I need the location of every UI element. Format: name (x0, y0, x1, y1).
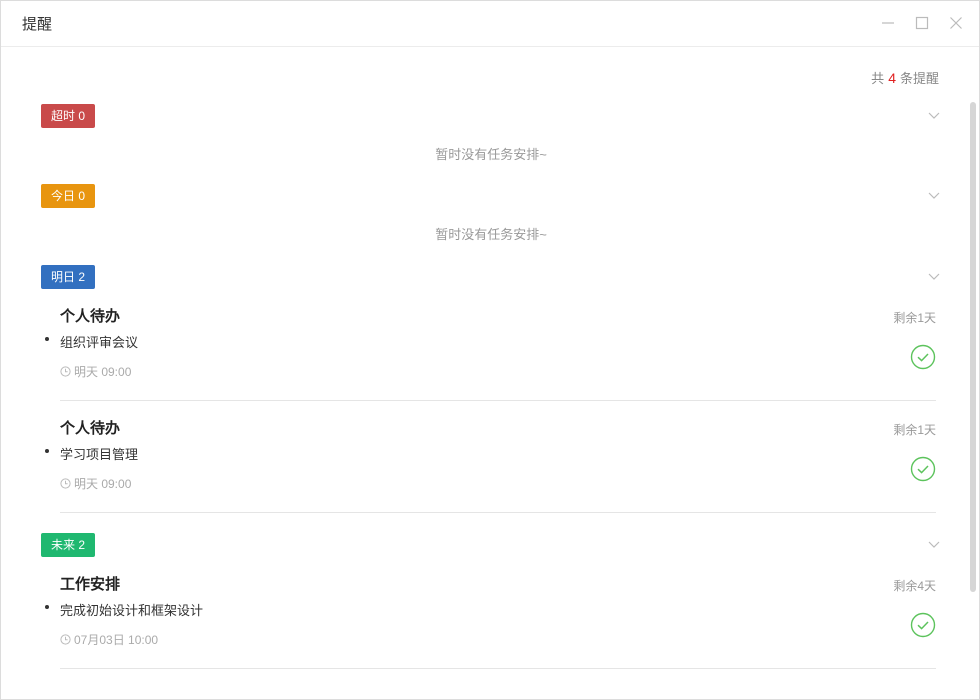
group-tomorrow: 明日 2 个人待办 剩余1天 组织评审会议 明天 09:00 个人待办 剩余1天… (41, 265, 941, 513)
chevron-down-icon[interactable] (927, 108, 941, 122)
group-header[interactable]: 明日 2 (41, 265, 941, 289)
item-title: 组织评审会议 (60, 335, 139, 350)
window-controls (879, 14, 965, 32)
item-time: 07月03日 10:00 (60, 631, 158, 648)
scrollbar-thumb[interactable] (970, 102, 976, 592)
item-remaining: 剩余1天 (893, 311, 936, 325)
clock-icon (60, 366, 71, 377)
item-time-text: 明天 09:00 (74, 365, 132, 379)
group-badge-overdue: 超时 0 (41, 104, 96, 128)
item-remaining: 剩余1天 (893, 423, 936, 437)
group-overdue: 超时 0 暂时没有任务安排~ (41, 104, 941, 163)
item-category: 个人待办 (60, 420, 121, 437)
chevron-down-icon[interactable] (927, 537, 941, 551)
count-suffix: 条提醒 (899, 71, 939, 86)
item-time: 明天 09:00 (60, 475, 131, 492)
title-bar: 提醒 (1, 1, 979, 47)
maximize-icon (915, 16, 929, 30)
bullet-dot (45, 337, 49, 341)
group-badge-today: 今日 0 (41, 184, 96, 208)
item-time-text: 明天 09:00 (74, 477, 132, 491)
maximize-button[interactable] (913, 14, 931, 32)
item-title: 学习项目管理 (60, 447, 139, 462)
scrollbar[interactable] (969, 102, 977, 642)
item-category: 个人待办 (60, 308, 121, 325)
item-title: 完成初始设计和框架设计 (60, 603, 204, 618)
count-prefix: 共 (871, 71, 885, 86)
clock-icon (60, 478, 71, 489)
close-icon (950, 17, 962, 29)
group-future: 未来 2 工作安排 剩余4天 完成初始设计和框架设计 07月03日 10:00 (41, 533, 941, 669)
reminder-window: 提醒 共 4 条提醒 超时 0 暂时没有任务安排~ 今日 0 暂时没有任务安排~… (0, 0, 980, 700)
reminder-item[interactable]: 个人待办 剩余1天 组织评审会议 明天 09:00 (45, 289, 936, 401)
check-circle-icon[interactable] (910, 612, 936, 638)
check-circle-icon[interactable] (910, 344, 936, 370)
item-time: 明天 09:00 (60, 363, 131, 380)
window-title: 提醒 (22, 16, 53, 33)
count-number: 4 (888, 70, 896, 86)
item-remaining: 剩余4天 (893, 579, 936, 593)
close-button[interactable] (947, 14, 965, 32)
item-time-text: 07月03日 10:00 (74, 633, 159, 647)
group-badge-tomorrow: 明日 2 (41, 265, 96, 289)
empty-message: 暂时没有任务安排~ (435, 227, 547, 242)
clock-icon (60, 634, 71, 645)
reminder-item[interactable]: 个人待办 剩余1天 学习项目管理 明天 09:00 (45, 401, 936, 513)
chevron-down-icon[interactable] (927, 269, 941, 283)
bullet-dot (45, 449, 49, 453)
chevron-down-icon[interactable] (927, 188, 941, 202)
reminder-count: 共 4 条提醒 (871, 68, 939, 87)
reminder-content: 共 4 条提醒 超时 0 暂时没有任务安排~ 今日 0 暂时没有任务安排~ 明日 2 (1, 48, 979, 699)
item-category: 工作安排 (60, 576, 121, 593)
group-header[interactable]: 超时 0 (41, 104, 941, 128)
group-today: 今日 0 暂时没有任务安排~ (41, 184, 941, 243)
empty-message: 暂时没有任务安排~ (435, 147, 547, 162)
minimize-button[interactable] (879, 14, 897, 32)
group-badge-future: 未来 2 (41, 533, 96, 557)
group-header[interactable]: 今日 0 (41, 184, 941, 208)
group-header[interactable]: 未来 2 (41, 533, 941, 557)
reminder-item[interactable]: 工作安排 剩余4天 完成初始设计和框架设计 07月03日 10:00 (45, 557, 936, 669)
minimize-icon (882, 22, 894, 24)
check-circle-icon[interactable] (910, 456, 936, 482)
bullet-dot (45, 605, 49, 609)
